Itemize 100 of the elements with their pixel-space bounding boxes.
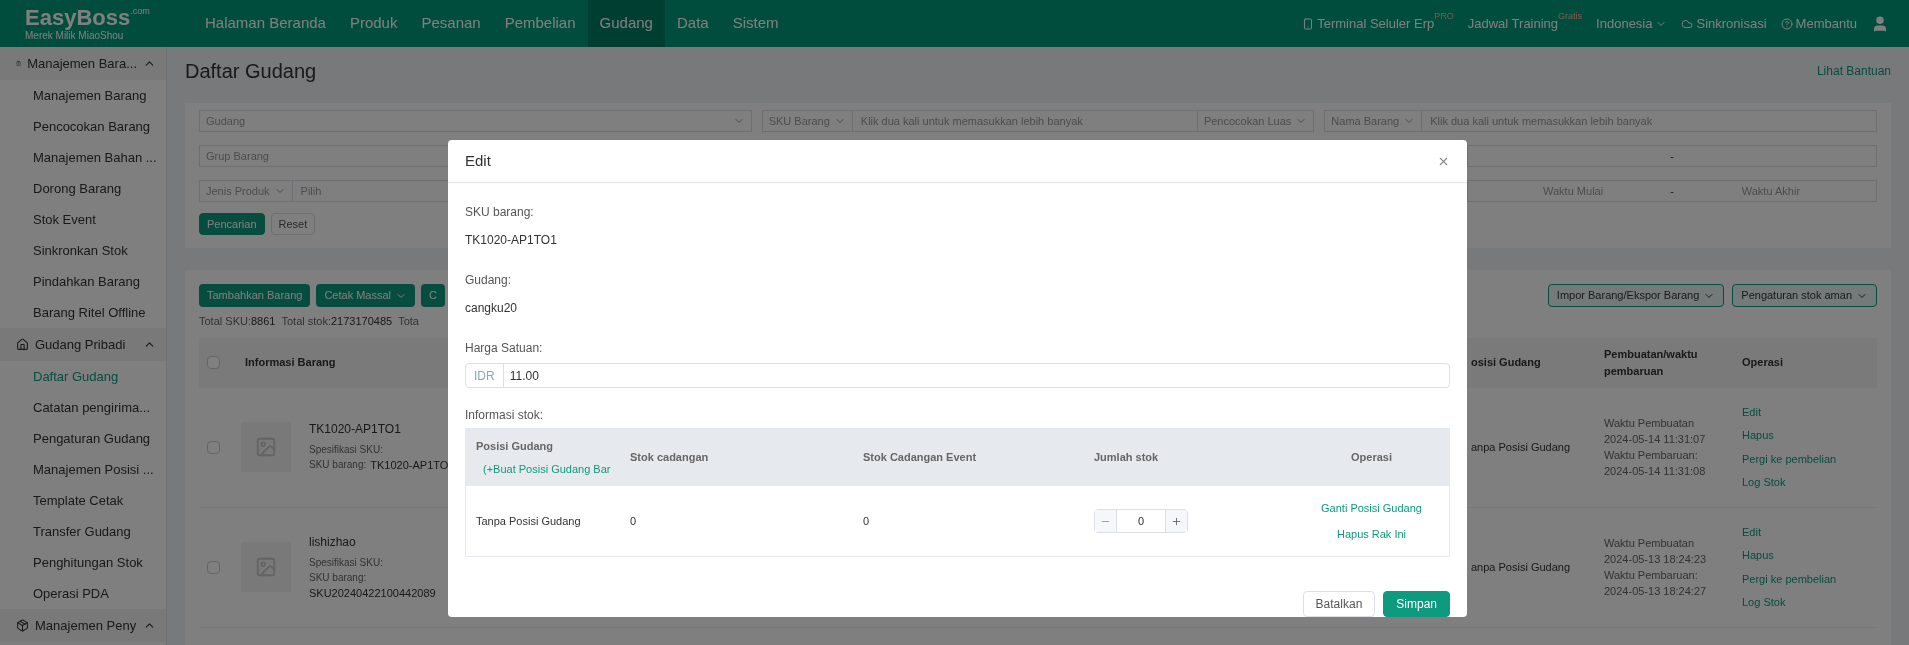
toolbar-button[interactable]: Pengaturan stok aman (1732, 284, 1877, 307)
brand-suffix: .com (130, 6, 150, 16)
create-position-link[interactable]: (+Buat Posisi Gudang Bar (476, 460, 630, 477)
nav-tab[interactable]: Produk (337, 0, 410, 47)
sidebar-item[interactable]: Pencocokan Barang (0, 111, 166, 142)
save-button[interactable]: Simpan (1383, 591, 1450, 617)
row-action-link[interactable]: Edit (1742, 523, 1877, 540)
price-input[interactable]: IDR 11.00 (465, 363, 1450, 388)
field-value: cangku20 (465, 300, 519, 317)
spec-label: Spesifikasi SKU: (309, 443, 383, 458)
nav-tab[interactable]: Pesanan (409, 0, 493, 47)
updated-label: Waktu Pembaruan: (1604, 568, 1699, 583)
column-header: Pembuatan/waktu pembaruan (1603, 347, 1699, 379)
created-time: 2024-05-13 18:24:23 (1604, 552, 1708, 567)
field-value: TK1020-AP1TO1 (465, 232, 558, 249)
row-action-link[interactable]: Hapus (1742, 547, 1877, 564)
product-name: lishizhao (309, 533, 356, 551)
nav-tab[interactable]: Gudang (587, 0, 665, 47)
reserved-cell-text: 0 (630, 513, 638, 529)
help-link[interactable]: Lihat Bantuan (1816, 62, 1891, 80)
sidebar-item[interactable]: Stok Event (0, 204, 166, 235)
column-header: Operasi (1350, 450, 1393, 466)
field-label: Harga Satuan: (465, 340, 544, 357)
updated-time: 2024-05-13 18:24:27 (1604, 584, 1708, 599)
sidebar-item[interactable]: Sinkronkan Stok (0, 235, 166, 266)
row-action-link[interactable]: Hapus (1742, 427, 1877, 444)
sidebar-group[interactable]: Manajemen Peny (0, 609, 166, 642)
nav-tab[interactable]: Sistem (720, 0, 791, 47)
house-icon (16, 338, 29, 351)
product-name: TK1020-AP1TO1 (309, 421, 401, 439)
sku-value: SKU20240422100442089 (309, 585, 436, 601)
quantity-stepper[interactable]: 0 (1094, 509, 1188, 533)
nav-tab[interactable]: Halaman Beranda (193, 0, 338, 47)
updated-label: Waktu Pembaruan: (1604, 448, 1699, 463)
reset-button[interactable]: Reset (270, 213, 316, 235)
toolbar-button[interactable]: C (421, 284, 445, 307)
sidebar-item[interactable]: Catatan pengirima... (0, 392, 166, 423)
search-button[interactable]: Pencarian (199, 213, 265, 235)
header-link[interactable]: Sinkronisasi (1681, 13, 1767, 34)
sidebar-item[interactable]: Operasi PDA (0, 578, 166, 609)
cloud-icon (1681, 17, 1694, 30)
sidebar-item[interactable]: Manajemen Barang (0, 80, 166, 111)
sidebar-group[interactable]: Manajemen Bara... (0, 47, 166, 80)
sidebar-item[interactable]: Template Cetak (0, 485, 166, 516)
checkbox[interactable] (207, 440, 220, 454)
plus-icon[interactable] (1171, 515, 1182, 527)
summary-label: Tota (398, 314, 419, 329)
date-range-field[interactable]: - (1467, 145, 1877, 167)
field-label: Informasi stok: (465, 407, 545, 424)
header-tag-text: Gratis (1558, 9, 1583, 23)
position-text: anpa Posisi Gudang (1471, 559, 1571, 575)
toolbar-button[interactable]: Impor Barang/Ekspor Barang (1547, 284, 1725, 307)
header-link[interactable]: Jadwal Training (1467, 13, 1559, 34)
user-icon[interactable] (1871, 14, 1889, 33)
row-action-link[interactable]: Pergi ke pembelian (1742, 570, 1877, 587)
toolbar-button[interactable]: Cetak Massal (316, 284, 416, 307)
position-text: anpa Posisi Gudang (1471, 439, 1571, 455)
sidebar-item[interactable]: Daftar Gudang (0, 361, 166, 392)
row-action-link[interactable]: Log Stok (1742, 594, 1877, 611)
sku-value: TK1020-AP1TO (370, 458, 449, 474)
sidebar-item[interactable]: Manajemen Posisi ... (0, 454, 166, 485)
row-action-link[interactable]: Log Stok (1742, 474, 1877, 491)
checkbox[interactable] (207, 560, 220, 574)
row-action-link[interactable]: Pergi ke pembelian (1742, 450, 1877, 467)
header-link[interactable]: Terminal Seluler Erp (1302, 13, 1435, 34)
row-action-link[interactable]: Edit (1742, 403, 1877, 420)
created-label: Waktu Pembuatan (1604, 536, 1696, 551)
sidebar-item[interactable]: Barang Ritel Offline (0, 297, 166, 328)
spec-label: Spesifikasi SKU: (309, 555, 383, 570)
summary-label: Total stok: (281, 314, 331, 329)
header-tag-text: PRO (1434, 9, 1454, 23)
sidebar-group[interactable]: Gudang Pribadi (0, 328, 166, 361)
column-header: Stok cadangan (630, 450, 710, 466)
toolbar-button[interactable]: Tambahkan Barang (199, 284, 311, 307)
stock-action-link[interactable]: Hapus Rak Ini (1336, 526, 1407, 543)
header-link[interactable]: Membantu (1780, 13, 1857, 34)
updated-time: 2024-05-14 11:31:08 (1604, 464, 1707, 479)
cancel-button[interactable]: Batalkan (1302, 591, 1376, 617)
sku-label: SKU barang: (309, 570, 367, 585)
field-label: Gudang: (465, 272, 513, 289)
sidebar-item[interactable]: Pengaturan Gudang (0, 423, 166, 454)
sidebar-item[interactable]: Pindahkan Barang (0, 266, 166, 297)
help-icon (1780, 17, 1793, 30)
summary-value: 2173170485 (331, 314, 393, 329)
price-value: 11.00 (508, 367, 540, 385)
quantity-value: 0 (1136, 513, 1146, 529)
created-time: 2024-05-14 11:31:07 (1604, 432, 1707, 447)
checkbox[interactable] (207, 356, 220, 369)
sidebar-item[interactable]: Manajemen Bahan ... (0, 142, 166, 173)
header-link[interactable]: Indonesia (1596, 13, 1668, 34)
brand-name: EasyBoss (25, 6, 131, 29)
currency-prefix: IDR (466, 364, 504, 387)
sidebar-item[interactable]: Penghitungan Stok (0, 547, 166, 578)
sku-label: SKU barang: (309, 458, 367, 473)
sidebar-item[interactable]: Transfer Gudang (0, 516, 166, 547)
stock-action-link[interactable]: Ganti Posisi Gudang (1321, 499, 1422, 516)
sidebar-item[interactable]: Dorong Barang (0, 173, 166, 204)
nav-tab[interactable]: Pembelian (492, 0, 588, 47)
event-reserved-cell-text: 0 (863, 513, 871, 529)
dialog-title: Edit (465, 150, 491, 171)
